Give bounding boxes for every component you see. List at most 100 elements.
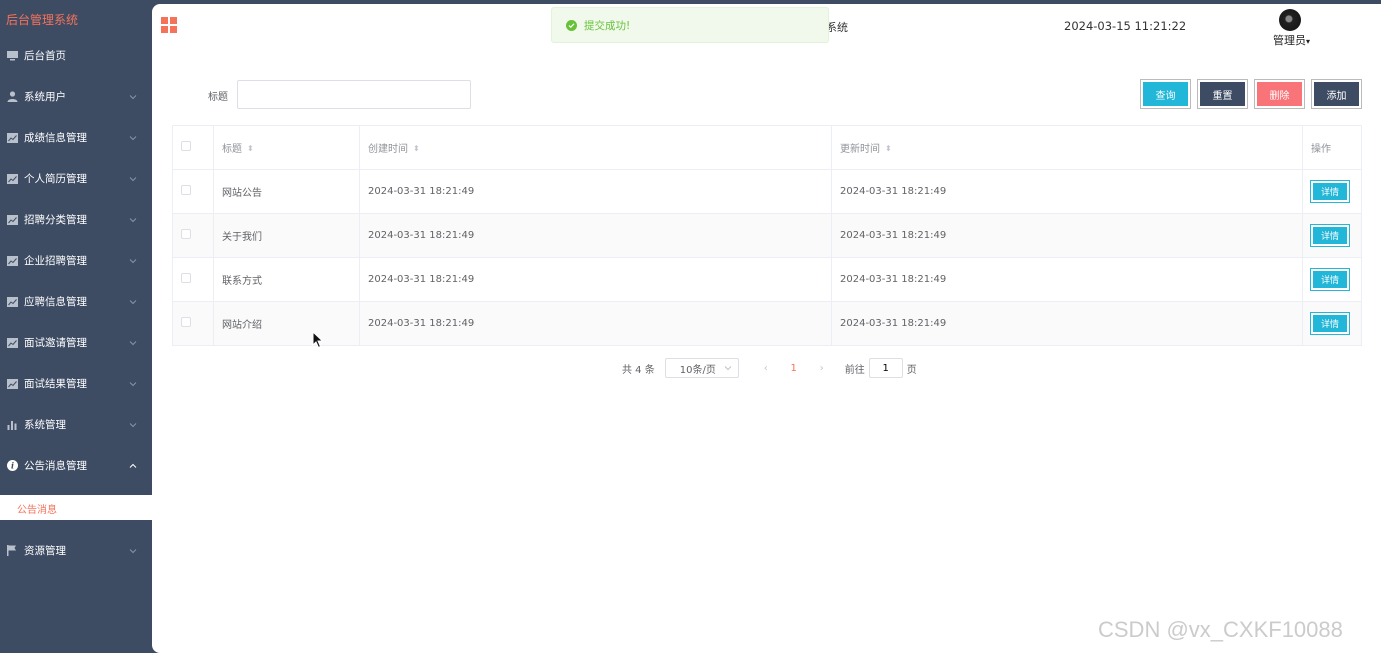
avatar[interactable]: [1279, 9, 1301, 31]
sidebar-subitem-announcement[interactable]: 公告消息: [17, 501, 57, 516]
cell-created: 2024-03-31 18:21:49: [359, 213, 832, 258]
sidebar-item-2[interactable]: 成绩信息管理: [0, 117, 152, 158]
success-toast: 提交成功!: [551, 7, 829, 43]
row-checkbox-cell: [172, 257, 214, 302]
info-icon: i: [6, 460, 18, 472]
toast-text: 提交成功!: [584, 19, 631, 32]
sort-icon[interactable]: ⬍: [885, 145, 892, 153]
header-updated[interactable]: 更新时间 ⬍: [831, 125, 1303, 170]
sidebar-item-label: 系统管理: [24, 419, 66, 431]
header-title[interactable]: 标题 ⬍: [213, 125, 360, 170]
page-size-select[interactable]: 10条/页: [664, 358, 739, 378]
chevron-down-icon: [128, 215, 138, 225]
cell-ops: 详情: [1302, 257, 1362, 302]
table-row: 联系方式 2024-03-31 18:21:49 2024-03-31 18:21:…: [172, 257, 1362, 302]
sidebar-item-9[interactable]: 系统管理: [0, 404, 152, 445]
next-page-button[interactable]: ›: [809, 363, 835, 374]
check-circle-icon: [566, 19, 577, 31]
row-checkbox-cell: [172, 301, 214, 346]
pagination: 共 4 条 10条/页 ‹ 1 › 前往 页: [622, 358, 917, 378]
goto-page-input[interactable]: [868, 358, 903, 378]
svg-text:i: i: [10, 461, 13, 471]
add-button[interactable]: 添加: [1311, 79, 1362, 109]
chart-icon: [6, 255, 18, 267]
chevron-down-icon: [128, 256, 138, 266]
cell-title: 联系方式: [213, 257, 360, 302]
sidebar-item-label: 个人简历管理: [24, 173, 87, 185]
detail-button[interactable]: 详情: [1310, 224, 1350, 247]
delete-button[interactable]: 删除: [1254, 79, 1305, 109]
reset-button[interactable]: 重置: [1197, 79, 1248, 109]
query-button[interactable]: 查询: [1140, 79, 1191, 109]
header-title-label: 标题: [222, 144, 242, 155]
user-menu[interactable]: 管理员▾: [1273, 32, 1310, 48]
chevron-down-icon: [128, 420, 138, 430]
brand-title: 后台管理系统: [6, 13, 79, 27]
sidebar-item-5[interactable]: 企业招聘管理: [0, 240, 152, 281]
detail-button[interactable]: 详情: [1310, 268, 1350, 291]
select-all-checkbox[interactable]: [181, 141, 191, 151]
detail-button[interactable]: 详情: [1310, 180, 1350, 203]
sidebar-item-0[interactable]: 后台首页: [0, 35, 152, 76]
main-panel: 系统 2024-03-15 11:21:22 管理员▾ 提交成功! 标题 查询 …: [152, 4, 1381, 653]
header-created-label: 创建时间: [368, 144, 408, 155]
header-created[interactable]: 创建时间 ⬍: [359, 125, 832, 170]
chart-icon: [6, 296, 18, 308]
chevron-down-icon: [128, 92, 138, 102]
page-number-current[interactable]: 1: [779, 363, 809, 374]
cell-ops: 详情: [1302, 301, 1362, 346]
detail-button[interactable]: 详情: [1310, 312, 1350, 335]
sidebar-item-resource[interactable]: 资源管理: [0, 530, 152, 571]
grid-menu-icon[interactable]: [161, 17, 178, 34]
chart-icon: [6, 337, 18, 349]
caret-down-icon: ▾: [1306, 37, 1311, 46]
row-checkbox[interactable]: [181, 185, 191, 195]
row-checkbox[interactable]: [181, 229, 191, 239]
header-updated-label: 更新时间: [840, 144, 880, 155]
pagination-total: 共 4 条: [622, 364, 655, 376]
sidebar-item-label: 资源管理: [24, 545, 66, 557]
cell-created: 2024-03-31 18:21:49: [359, 301, 832, 346]
user-name: 管理员: [1273, 34, 1306, 47]
search-label: 标题: [208, 92, 228, 103]
sidebar-item-label: 应聘信息管理: [24, 296, 87, 308]
row-checkbox[interactable]: [181, 317, 191, 327]
page-unit-label: 页: [906, 364, 917, 376]
sort-icon[interactable]: ⬍: [247, 145, 254, 153]
row-checkbox-cell: [172, 169, 214, 214]
sidebar-item-7[interactable]: 面试邀请管理: [0, 322, 152, 363]
watermark: CSDN @vx_CXKF10088: [1098, 617, 1343, 642]
data-table: 标题 ⬍ 创建时间 ⬍ 更新时间 ⬍ 操作 网站公告 2024-03-31 18:21:…: [172, 125, 1362, 346]
chevron-down-icon: [128, 546, 138, 556]
sidebar-item-1[interactable]: 系统用户: [0, 76, 152, 117]
sidebar-item-10[interactable]: i 公告消息管理: [0, 445, 152, 486]
sidebar-item-label: 面试邀请管理: [24, 337, 87, 349]
cell-updated: 2024-03-31 18:21:49: [831, 169, 1303, 214]
cell-updated: 2024-03-31 18:21:49: [831, 213, 1303, 258]
cell-updated: 2024-03-31 18:21:49: [831, 301, 1303, 346]
sidebar-item-3[interactable]: 个人简历管理: [0, 158, 152, 199]
cell-title: 关于我们: [213, 213, 360, 258]
cell-ops: 详情: [1302, 169, 1362, 214]
sidebar-item-4[interactable]: 招聘分类管理: [0, 199, 152, 240]
flag-icon: [6, 545, 18, 557]
page-size-value: 10条/页: [679, 364, 716, 376]
row-checkbox[interactable]: [181, 273, 191, 283]
prev-page-button[interactable]: ‹: [753, 363, 779, 374]
mouse-cursor-icon: [312, 331, 324, 349]
chart-icon: [6, 214, 18, 226]
table-row: 网站公告 2024-03-31 18:21:49 2024-03-31 18:21:…: [172, 169, 1362, 214]
table-header-row: 标题 ⬍ 创建时间 ⬍ 更新时间 ⬍ 操作: [172, 125, 1362, 170]
sidebar-item-6[interactable]: 应聘信息管理: [0, 281, 152, 322]
chevron-down-icon: [128, 338, 138, 348]
cell-updated: 2024-03-31 18:21:49: [831, 257, 1303, 302]
sort-icon[interactable]: ⬍: [413, 145, 420, 153]
system-title: 系统: [826, 21, 848, 34]
title-search-input[interactable]: [237, 80, 471, 109]
chevron-down-icon: [128, 174, 138, 184]
chart-icon: [6, 173, 18, 185]
cell-title: 网站公告: [213, 169, 360, 214]
user-icon: [6, 91, 18, 103]
sidebar-item-label: 后台首页: [24, 50, 66, 62]
sidebar-item-8[interactable]: 面试结果管理: [0, 363, 152, 404]
